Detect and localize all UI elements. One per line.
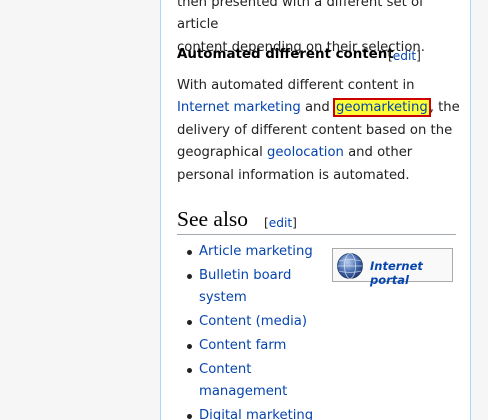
intro-line-1: then presented with a different set of a…	[177, 0, 424, 33]
bullet-icon	[187, 274, 192, 279]
link-internet-marketing[interactable]: Internet marketing	[177, 100, 301, 115]
globe-icon	[337, 253, 363, 279]
see-also-link[interactable]: Content (media)	[199, 314, 307, 329]
left-sidebar	[0, 0, 160, 420]
edit-link-automated[interactable]: edit	[393, 49, 416, 63]
right-margin	[471, 0, 488, 420]
see-also-link[interactable]: Article marketing	[199, 244, 313, 259]
article-content: then presented with a different set of a…	[160, 0, 471, 420]
internet-portal-box[interactable]: Internet portal	[332, 248, 453, 287]
list-item[interactable]: Digital marketing	[181, 405, 321, 420]
see-also-link[interactable]: Content management	[199, 362, 287, 399]
automated-paragraph: With automated different content in Inte…	[177, 75, 462, 187]
edit-section-automated: [edit]	[388, 49, 421, 63]
bullet-icon	[187, 414, 192, 419]
automated-text-1: With automated different content in	[177, 78, 415, 93]
list-item[interactable]: Content management	[181, 359, 321, 403]
list-item[interactable]: Content (media)	[181, 311, 321, 333]
see-also-link[interactable]: Digital marketing	[199, 408, 313, 420]
see-also-link[interactable]: Bulletin board system	[199, 268, 291, 305]
bullet-icon	[187, 344, 192, 349]
list-item[interactable]: Bulletin board system	[181, 265, 321, 309]
automated-text-2: and	[300, 100, 334, 116]
section-heading-see-also: See also	[177, 207, 249, 231]
link-geolocation[interactable]: geolocation	[267, 145, 344, 160]
link-geomarketing[interactable]: geomarketing	[332, 98, 431, 118]
list-item[interactable]: Content farm	[181, 335, 321, 357]
bullet-icon	[187, 320, 192, 325]
heading-divider	[177, 234, 456, 235]
bullet-icon	[187, 250, 192, 255]
see-also-list: Article marketing Bulletin board system …	[181, 241, 321, 420]
edit-section-see-also: [edit]	[264, 216, 297, 230]
section-heading-automated: Automated different content	[177, 47, 394, 62]
list-item[interactable]: Article marketing	[181, 241, 321, 263]
internet-portal-link[interactable]: Internet portal	[370, 259, 452, 287]
bullet-icon	[187, 368, 192, 373]
see-also-link[interactable]: Content farm	[199, 338, 286, 353]
edit-link-see-also[interactable]: edit	[269, 216, 292, 230]
